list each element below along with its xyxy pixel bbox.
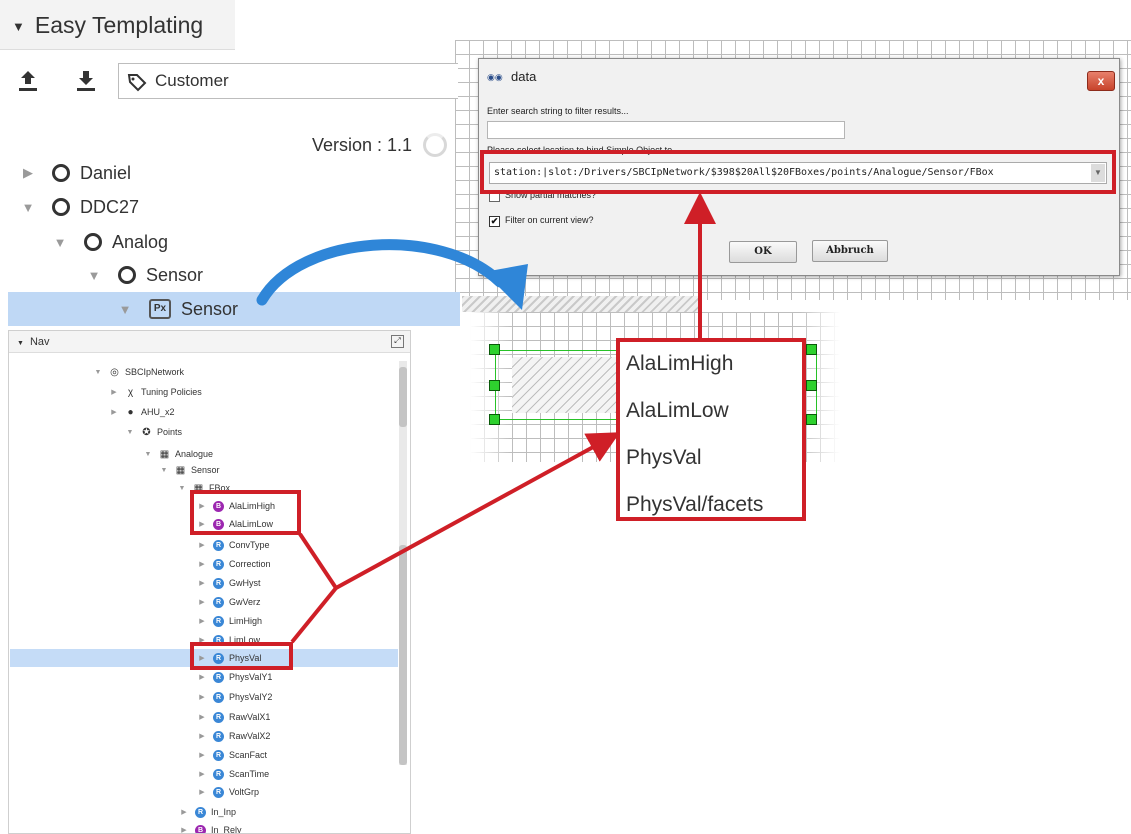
annotation-arrows xyxy=(256,192,716,644)
red-connector-alarms xyxy=(298,532,338,590)
blue-arrow-head xyxy=(484,264,528,310)
red-connector-physval xyxy=(290,586,338,644)
blue-curved-arrow xyxy=(256,239,506,306)
red-arrow-to-popup xyxy=(335,432,621,590)
